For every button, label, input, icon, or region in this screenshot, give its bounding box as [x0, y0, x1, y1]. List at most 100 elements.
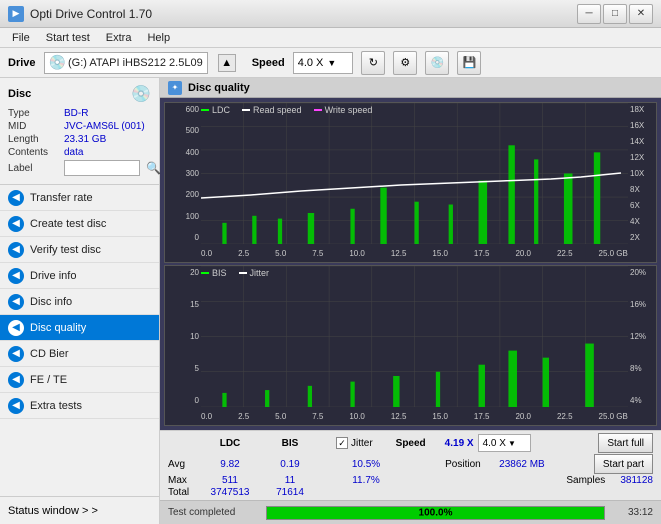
- disc-quality-icon: ◀: [8, 320, 24, 336]
- sidebar-item-transfer-rate[interactable]: ◀ Transfer rate: [0, 185, 159, 211]
- samples-val: 381128: [620, 475, 653, 486]
- mid-key: MID: [8, 121, 60, 132]
- samples-key: Samples: [566, 475, 620, 486]
- disc-quality-title: Disc quality: [188, 82, 250, 94]
- drive-eject-button[interactable]: ▲: [218, 54, 236, 72]
- ldc-legend: LDC Read speed Write speed: [201, 105, 372, 115]
- contents-val: data: [64, 147, 83, 158]
- sidebar-item-extra-tests[interactable]: ◀ Extra tests: [0, 393, 159, 419]
- verify-test-disc-label: Verify test disc: [30, 244, 101, 256]
- bis-chart-svg: [201, 266, 628, 407]
- sidebar-item-verify-test-disc[interactable]: ◀ Verify test disc: [0, 237, 159, 263]
- drive-label: Drive: [8, 57, 36, 69]
- disc-quality-header: ✦ Disc quality: [160, 78, 661, 98]
- save-button[interactable]: 💾: [457, 51, 481, 75]
- total-ldc-val: 3747513: [200, 487, 260, 498]
- jitter-legend-label: Jitter: [250, 268, 270, 278]
- jitter-checkbox[interactable]: ✓: [336, 437, 348, 449]
- title-bar: ▶ Opti Drive Control 1.70 ─ □ ✕: [0, 0, 661, 28]
- extra-tests-label: Extra tests: [30, 400, 82, 412]
- max-label: Max: [168, 475, 200, 486]
- refresh-button[interactable]: ↻: [361, 51, 385, 75]
- speed-dropdown-arrow: ▼: [327, 58, 336, 68]
- max-ldc-val: 511: [200, 475, 260, 486]
- sidebar: Disc 💿 Type BD-R MID JVC-AMS6L (001) Len…: [0, 78, 160, 524]
- start-full-button[interactable]: Start full: [598, 433, 653, 453]
- sidebar-item-drive-info[interactable]: ◀ Drive info: [0, 263, 159, 289]
- length-val: 23.31 GB: [64, 134, 106, 145]
- sidebar-item-disc-quality[interactable]: ◀ Disc quality: [0, 315, 159, 341]
- menu-file[interactable]: File: [4, 30, 38, 46]
- menu-extra[interactable]: Extra: [98, 30, 140, 46]
- speed-stat-selector[interactable]: 4.0 X ▼: [478, 434, 531, 452]
- status-window-button[interactable]: Status window > >: [0, 496, 159, 524]
- speed-selector[interactable]: 4.0 X ▼: [293, 52, 354, 74]
- app-title: Opti Drive Control 1.70: [30, 7, 152, 21]
- cd-bier-label: CD Bier: [30, 348, 69, 360]
- bis-x-axis: 0.0 2.5 5.0 7.5 10.0 12.5 15.0 17.5 20.0…: [201, 407, 628, 425]
- maximize-button[interactable]: □: [603, 4, 627, 24]
- main-area: Disc 💿 Type BD-R MID JVC-AMS6L (001) Len…: [0, 78, 661, 524]
- speed-stat-arrow: ▼: [508, 439, 516, 448]
- speed-label: Speed: [252, 57, 285, 69]
- drive-info-label: Drive info: [30, 270, 76, 282]
- disc-button[interactable]: 💿: [425, 51, 449, 75]
- speed-header: Speed: [381, 438, 441, 449]
- window-controls: ─ □ ✕: [577, 4, 653, 24]
- drive-bar: Drive 💿 (G:) ATAPI iHBS212 2.5L09 ▲ Spee…: [0, 48, 661, 78]
- disc-quality-label: Disc quality: [30, 322, 86, 334]
- type-key: Type: [8, 108, 60, 119]
- label-search-icon[interactable]: 🔍: [146, 161, 161, 175]
- status-window-label: Status window > >: [8, 505, 98, 517]
- avg-speed-val: 4.19 X: [445, 438, 474, 449]
- jitter-checkbox-label[interactable]: ✓ Jitter: [336, 437, 373, 449]
- sidebar-item-disc-info[interactable]: ◀ Disc info: [0, 289, 159, 315]
- transfer-rate-label: Transfer rate: [30, 192, 93, 204]
- menu-start-test[interactable]: Start test: [38, 30, 98, 46]
- drive-icon: 💿: [49, 54, 66, 71]
- close-button[interactable]: ✕: [629, 4, 653, 24]
- extra-tests-icon: ◀: [8, 398, 24, 414]
- disc-info-icon: ◀: [8, 294, 24, 310]
- jitter-label: Jitter: [351, 438, 373, 449]
- menu-help[interactable]: Help: [139, 30, 178, 46]
- ldc-y-axis-right: 18X 16X 14X 12X 10X 8X 6X 4X 2X: [628, 103, 656, 244]
- cd-bier-icon: ◀: [8, 346, 24, 362]
- options-button[interactable]: ⚙: [393, 51, 417, 75]
- sidebar-item-fe-te[interactable]: ◀ FE / TE: [0, 367, 159, 393]
- disc-panel-label: Disc: [8, 88, 31, 100]
- create-test-disc-icon: ◀: [8, 216, 24, 232]
- progress-bar-container: Test completed 100.0% 33:12: [160, 500, 661, 524]
- fe-te-icon: ◀: [8, 372, 24, 388]
- stats-bar: LDC BIS ✓ Jitter Speed 4.19 X 4.0 X ▼ St…: [160, 430, 661, 500]
- sidebar-item-cd-bier[interactable]: ◀ CD Bier: [0, 341, 159, 367]
- progress-track: 100.0%: [266, 506, 605, 520]
- drive-selector[interactable]: 💿 (G:) ATAPI iHBS212 2.5L09: [44, 52, 208, 74]
- charts-area: LDC Read speed Write speed 600 500 400 3…: [160, 98, 661, 430]
- disc-quality-header-icon: ✦: [168, 81, 182, 95]
- sidebar-item-create-test-disc[interactable]: ◀ Create test disc: [0, 211, 159, 237]
- disc-info-label: Disc info: [30, 296, 72, 308]
- max-jitter-val: 11.7%: [336, 475, 396, 486]
- bis-y-axis-right: 20% 16% 12% 8% 4%: [628, 266, 656, 407]
- ldc-chart-svg: [201, 103, 628, 244]
- ldc-header: LDC: [200, 438, 260, 449]
- progress-percent: 100.0%: [419, 507, 453, 518]
- nav-section: ◀ Transfer rate ◀ Create test disc ◀ Ver…: [0, 185, 159, 496]
- length-key: Length: [8, 134, 60, 145]
- disc-panel: Disc 💿 Type BD-R MID JVC-AMS6L (001) Len…: [0, 78, 159, 185]
- minimize-button[interactable]: ─: [577, 4, 601, 24]
- speed-stat-val: 4.0 X: [483, 438, 506, 449]
- read-speed-legend-label: Read speed: [253, 105, 302, 115]
- label-input[interactable]: [64, 160, 140, 176]
- type-val: BD-R: [64, 108, 88, 119]
- speed-value: 4.0 X: [298, 57, 324, 69]
- transfer-rate-icon: ◀: [8, 190, 24, 206]
- write-speed-legend-label: Write speed: [325, 105, 373, 115]
- menu-bar: File Start test Extra Help: [0, 28, 661, 48]
- start-part-button[interactable]: Start part: [594, 454, 653, 474]
- verify-test-disc-icon: ◀: [8, 242, 24, 258]
- contents-key: Contents: [8, 147, 60, 158]
- avg-bis-val: 0.19: [260, 459, 320, 470]
- avg-jitter-val: 10.5%: [336, 459, 396, 470]
